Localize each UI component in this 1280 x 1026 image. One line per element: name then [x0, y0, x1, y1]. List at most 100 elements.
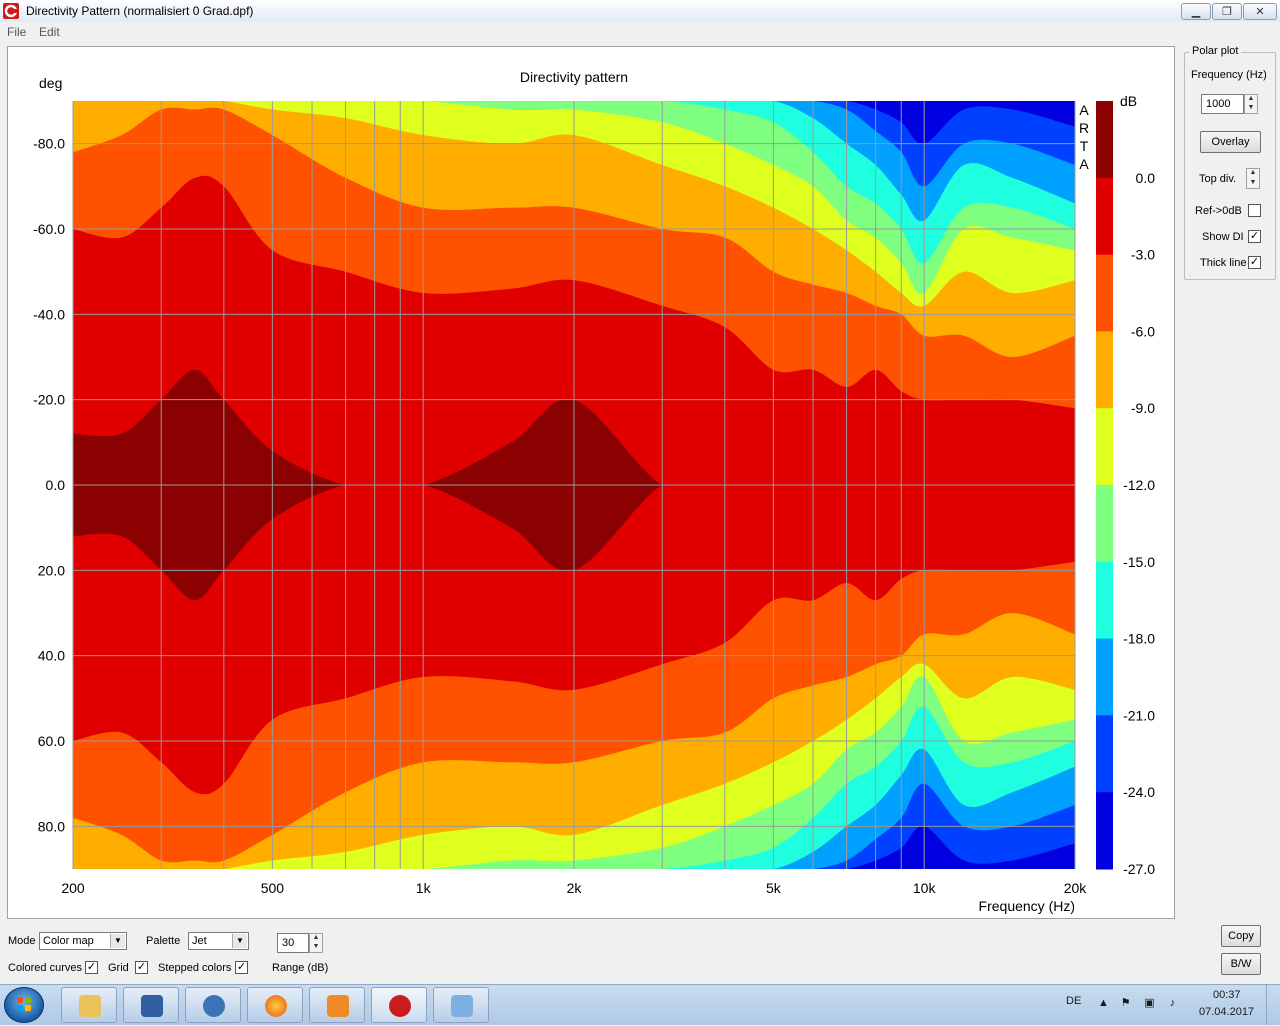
x-axis-label: Frequency (Hz): [979, 898, 1075, 914]
flag-icon[interactable]: ⚑: [1119, 997, 1132, 1010]
colorbar-swatch: [1096, 177, 1113, 256]
colorbar-tick-label: -6.0: [1131, 323, 1155, 339]
chart-title: Directivity pattern: [520, 69, 628, 85]
clock-date[interactable]: 07.04.2017: [1199, 1006, 1254, 1018]
taskbar-media-player[interactable]: [309, 987, 365, 1023]
arta-icon: [389, 995, 411, 1017]
chevron-down-icon: ▼: [110, 934, 125, 948]
colorbar-tick-label: -12.0: [1123, 477, 1155, 493]
title-bar: Directivity Pattern (normalisiert 0 Grad…: [0, 0, 1280, 23]
menu-bar: File Edit: [0, 22, 1280, 42]
stepped-colors-label: Stepped colors: [158, 962, 232, 974]
minimize-icon: ▁: [1191, 6, 1201, 18]
show-di-label: Show DI: [1202, 231, 1244, 243]
paint-icon: [451, 995, 473, 1017]
watermark-letter: T: [1080, 138, 1089, 154]
colorbar-tick-label: -3.0: [1131, 247, 1155, 263]
y-tick-label: -20.0: [33, 392, 65, 408]
close-button[interactable]: ✕: [1243, 3, 1277, 20]
clock-time[interactable]: 00:37: [1213, 989, 1241, 1001]
range-input[interactable]: 30: [277, 933, 309, 953]
taskbar-thunderbird[interactable]: [185, 987, 241, 1023]
menu-file[interactable]: File: [7, 25, 26, 39]
tray-expand-icon[interactable]: ▲: [1097, 997, 1110, 1010]
overlay-button[interactable]: Overlay: [1200, 131, 1261, 153]
show-desktop-button[interactable]: [1266, 985, 1280, 1025]
ref-label: Ref->0dB: [1195, 205, 1242, 217]
y-tick-label: -80.0: [33, 136, 65, 152]
watermark-letter: A: [1079, 156, 1089, 172]
colorbar-tick-label: -9.0: [1131, 400, 1155, 416]
taskbar-network-tool[interactable]: [123, 987, 179, 1023]
network-tool-icon: [141, 995, 163, 1017]
x-tick-label: 20k: [1064, 880, 1088, 896]
spin-up-icon: ▲: [1249, 169, 1257, 176]
taskbar-firefox[interactable]: [247, 987, 303, 1023]
top-div-label: Top div.: [1199, 173, 1237, 185]
media-player-icon: [327, 995, 349, 1017]
frequency-input[interactable]: 1000: [1201, 94, 1244, 114]
taskbar-paint[interactable]: [433, 987, 489, 1023]
menu-edit[interactable]: Edit: [39, 25, 60, 39]
taskbar: DE ▲ ⚑ ▣ ♪ 00:37 07.04.2017: [0, 984, 1280, 1025]
volume-icon[interactable]: ♪: [1166, 997, 1179, 1010]
colorbar-swatch: [1096, 638, 1113, 716]
mode-select[interactable]: Color map ▼: [39, 932, 127, 950]
colorbar-tick-label: -15.0: [1123, 554, 1155, 570]
colorbar: 0.0 -3.0 -6.0 -9.0 -12.0 -15.0 -18.0 -21.0 -24.0…: [1096, 101, 1155, 877]
bw-button[interactable]: B/W: [1221, 953, 1261, 975]
maximize-button[interactable]: ❐: [1212, 3, 1242, 20]
colorbar-tick-label: 0.0: [1136, 170, 1156, 186]
y-tick-label: 20.0: [38, 562, 65, 578]
range-stepper[interactable]: ▲ ▼: [309, 933, 323, 953]
colorbar-title: dB: [1120, 93, 1137, 109]
palette-value: Jet: [192, 935, 207, 947]
minimize-button[interactable]: ▁: [1181, 3, 1211, 20]
watermark-letter: R: [1079, 120, 1089, 136]
taskbar-arta[interactable]: [371, 987, 427, 1023]
polar-plot-group: [1184, 52, 1276, 280]
start-button[interactable]: [4, 987, 44, 1023]
network-icon[interactable]: ▣: [1143, 997, 1156, 1010]
spin-up-icon: ▲: [1247, 95, 1255, 102]
colorbar-tick-label: -21.0: [1123, 707, 1155, 723]
x-tick-label: 500: [261, 880, 285, 896]
colored-curves-label: Colored curves: [8, 962, 82, 974]
colorbar-tick-label: -18.0: [1123, 631, 1155, 647]
grid-checkbox[interactable]: ✓: [135, 961, 148, 974]
y-tick-label: 0.0: [46, 477, 66, 493]
ref-0db-checkbox[interactable]: [1248, 204, 1261, 217]
show-di-checkbox[interactable]: ✓: [1248, 230, 1261, 243]
range-label: Range (dB): [272, 962, 329, 974]
palette-select[interactable]: Jet ▼: [188, 932, 249, 950]
copy-button[interactable]: Copy: [1221, 925, 1261, 947]
spin-down-icon: ▼: [1249, 178, 1257, 186]
colorbar-tick-label: -27.0: [1123, 861, 1155, 877]
chevron-down-icon: ▼: [232, 934, 247, 948]
plot-panel: Directivity pattern deg Frequency (Hz) 2…: [7, 46, 1175, 919]
frequency-stepper[interactable]: ▲ ▼: [1244, 94, 1258, 114]
arta-watermark: ARTA: [1079, 102, 1089, 172]
palette-label: Palette: [146, 935, 181, 947]
x-tick-labels: 200 500 1k 2k 5k 10k 20k: [61, 880, 1087, 896]
stepped-colors-checkbox[interactable]: ✓: [235, 961, 248, 974]
windows-logo-icon: [17, 997, 31, 1011]
spin-up-icon: ▲: [312, 934, 320, 941]
thick-line-label: Thick line: [1200, 257, 1247, 269]
colored-curves-checkbox[interactable]: ✓: [85, 961, 98, 974]
maximize-icon: ❐: [1222, 6, 1232, 18]
colorbar-swatch: [1096, 715, 1113, 793]
y-tick-label: 60.0: [38, 733, 65, 749]
top-div-stepper[interactable]: ▲ ▼: [1246, 168, 1260, 189]
taskbar-explorer[interactable]: [61, 987, 117, 1023]
file-explorer-icon: [79, 995, 101, 1017]
y-tick-label: 80.0: [38, 818, 65, 834]
colorbar-swatch: [1096, 254, 1113, 332]
grid-label: Grid: [108, 962, 129, 974]
colorbar-swatch: [1096, 331, 1113, 409]
close-icon: ✕: [1255, 6, 1265, 18]
language-indicator[interactable]: DE: [1066, 995, 1081, 1007]
directivity-chart[interactable]: Directivity pattern deg Frequency (Hz) 2…: [8, 47, 1174, 918]
polar-plot-group-label: Polar plot: [1189, 45, 1242, 57]
thick-line-checkbox[interactable]: ✓: [1248, 256, 1261, 269]
